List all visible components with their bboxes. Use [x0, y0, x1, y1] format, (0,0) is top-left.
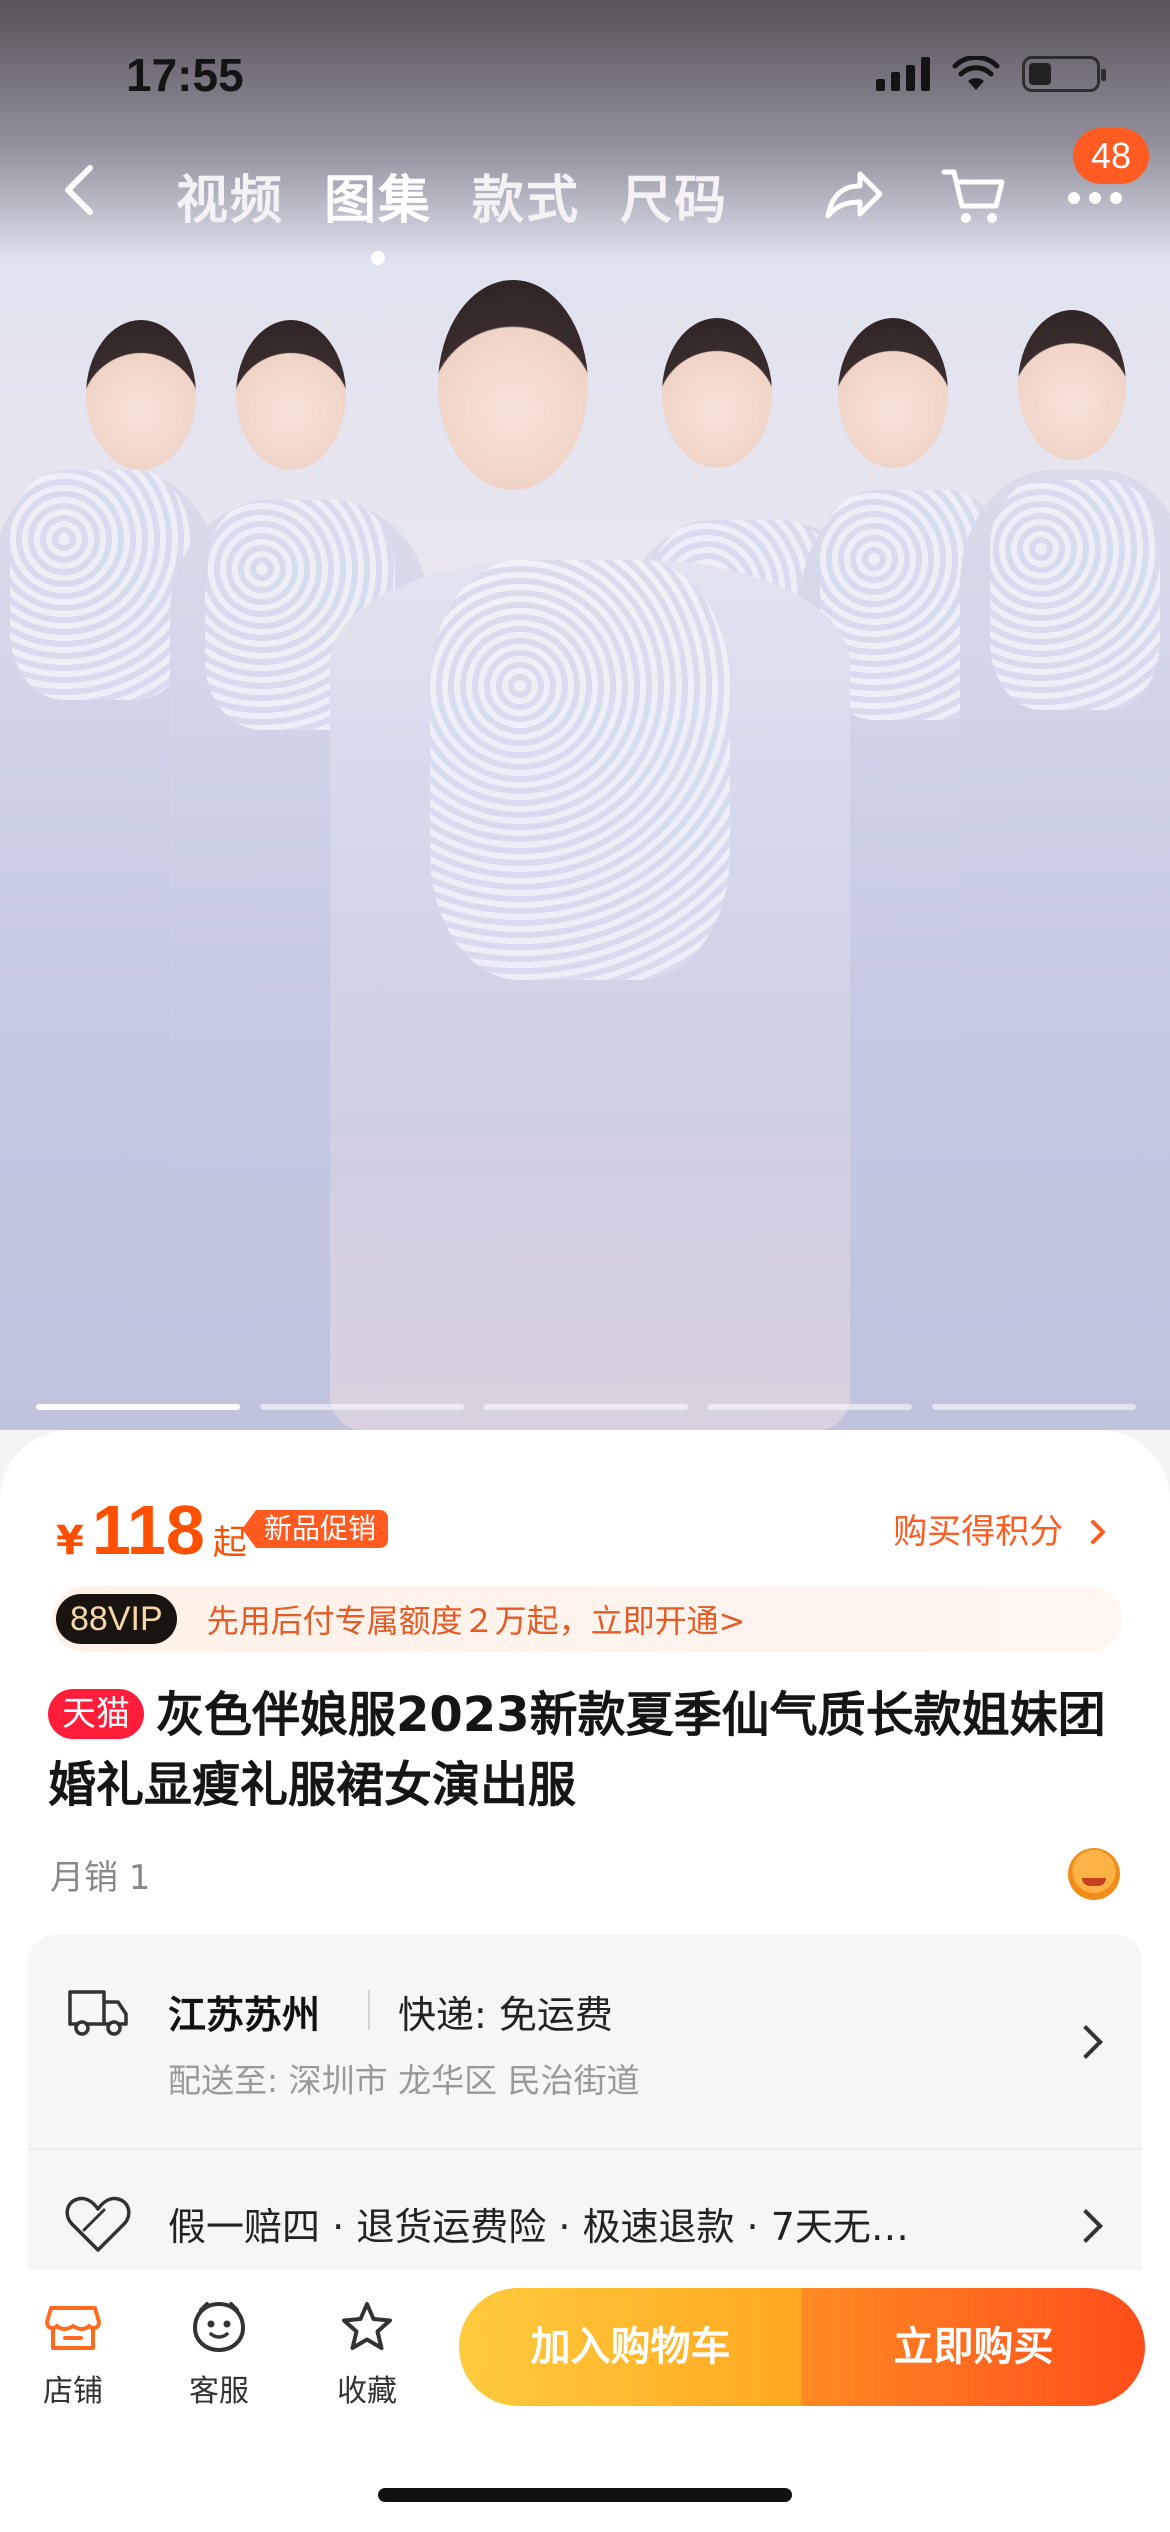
chevron-right-icon [1091, 1520, 1105, 1544]
tab-video[interactable]: 视频 [176, 158, 284, 233]
pager-dot [260, 1404, 464, 1410]
shipping-destination[interactable]: 配送至: 深圳市 龙华区 民治街道 [168, 2054, 640, 2102]
monthly-sales: 月销 1 [50, 1858, 151, 1898]
price-currency: ¥ [56, 1518, 84, 1564]
mascot-icon[interactable] [1068, 1848, 1120, 1900]
shipping-origin: 江苏苏州 [168, 1993, 321, 2037]
status-icons [876, 56, 1106, 92]
share-icon[interactable] [818, 160, 888, 230]
wifi-icon [952, 56, 1000, 90]
add-to-cart-button[interactable]: 加入购物车 [459, 2288, 802, 2406]
vip-banner[interactable]: 88VIP 先用后付专属额度２万起，立即开通> [52, 1586, 1122, 1652]
points-link-label: 购买得积分 [893, 1512, 1064, 1552]
notification-badge: 48 [1073, 128, 1149, 184]
tab-size[interactable]: 尺码 [620, 158, 728, 233]
store-label: 店铺 [43, 2374, 103, 2409]
customer-service-icon [192, 2301, 246, 2353]
delivery-truck-icon [68, 1990, 128, 2036]
gallery-pager [36, 1404, 1136, 1410]
star-icon [342, 2302, 392, 2350]
customer-service-label: 客服 [189, 2374, 249, 2409]
price: ¥ 118 起 [56, 1490, 247, 1570]
favorite-label: 收藏 [337, 2374, 397, 2409]
pager-dot [708, 1404, 912, 1410]
back-icon[interactable] [50, 160, 110, 220]
tab-gallery[interactable]: 图集 [324, 158, 432, 265]
nav-tabs: 视频 图集 款式 尺码 [176, 158, 728, 265]
heart-guarantee-icon [65, 2196, 131, 2252]
pager-dot [484, 1404, 688, 1410]
store-button[interactable]: 店铺 [18, 2300, 128, 2410]
pager-dot [932, 1404, 1136, 1410]
divider [368, 1990, 370, 2030]
tmall-tag: 天猫 [48, 1689, 144, 1739]
battery-icon [1022, 56, 1106, 92]
status-time: 17:55 [126, 49, 244, 101]
price-amount: 118 [91, 1491, 205, 1569]
price-suffix: 起 [212, 1523, 247, 1563]
vip-text: 先用后付专属额度２万起，立即开通> [206, 1602, 746, 1640]
guarantee-text[interactable]: 假一赔四 · 退货运费险 · 极速退款 · 7天无… [168, 2196, 1028, 2251]
customer-service-button[interactable]: 客服 [164, 2300, 274, 2410]
product-title-text: 灰色伴娘服2023新款夏季仙气质长款姐妹团婚礼显瘦礼服裙女演出服 [48, 1687, 1106, 1813]
buy-now-button[interactable]: 立即购买 [802, 2288, 1145, 2406]
cart-icon[interactable] [938, 160, 1008, 230]
tab-style[interactable]: 款式 [472, 158, 580, 233]
store-icon [45, 2306, 101, 2350]
vip-badge: 88VIP [56, 1594, 177, 1644]
promo-tag: 新品促销 [242, 1510, 389, 1548]
row-divider [28, 2148, 1142, 2150]
product-title: 天猫 灰色伴娘服2023新款夏季仙气质长款姐妹团婚礼显瘦礼服裙女演出服 [48, 1680, 1128, 1820]
shipping-method: 快递: 免运费 [398, 1993, 613, 2037]
cellular-signal-icon [876, 57, 930, 91]
favorite-button[interactable]: 收藏 [312, 2300, 422, 2410]
home-indicator [378, 2488, 792, 2502]
points-link[interactable]: 购买得积分 [893, 1504, 1112, 1553]
pager-dot [36, 1404, 240, 1410]
